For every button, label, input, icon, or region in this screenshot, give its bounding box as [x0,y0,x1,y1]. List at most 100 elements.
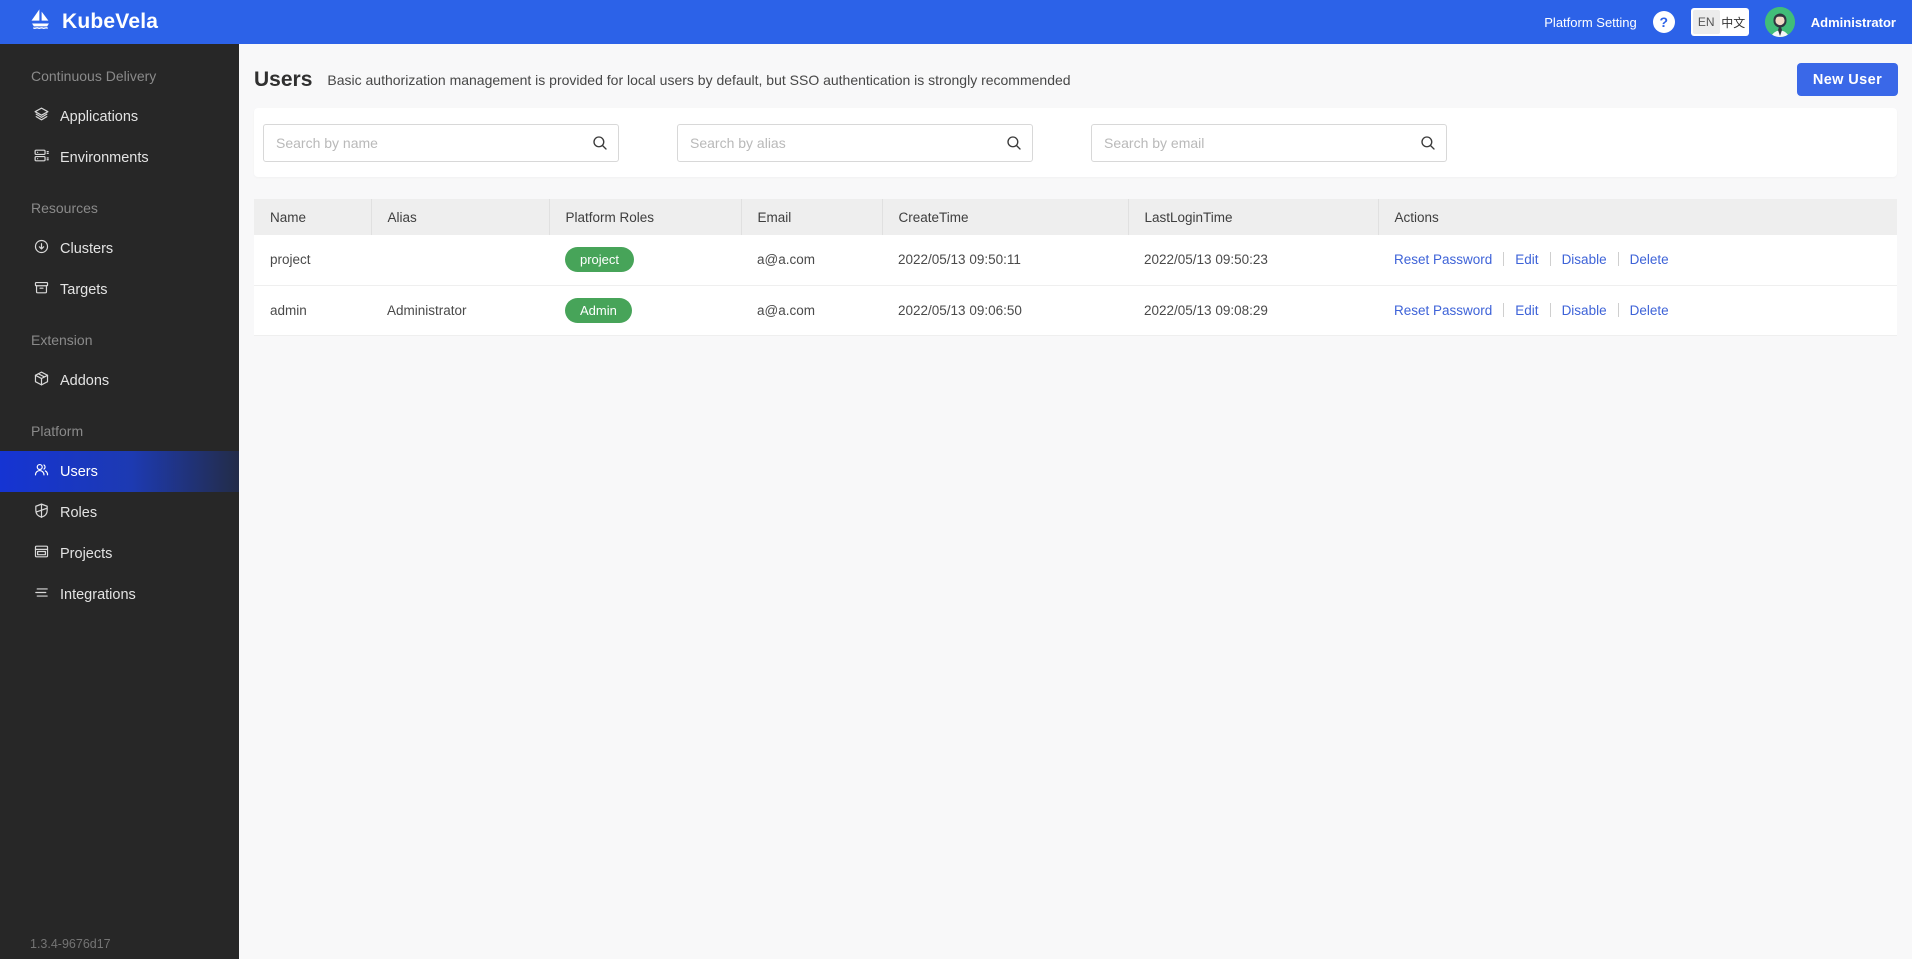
sidebar-item-addons[interactable]: Addons [0,360,239,401]
search-icon[interactable] [1005,134,1023,152]
sidebar-item-label: Roles [60,504,98,521]
topbar-right: Platform Setting ? EN 中文 Administrator [1544,7,1896,37]
sidebar-section-continuous-delivery: Continuous Delivery [31,68,157,84]
window-icon [33,543,50,564]
sidebar-item-label: Integrations [60,586,136,603]
users-icon [33,461,50,482]
topbar: KubeVela Platform Setting ? EN 中文 Admini… [0,0,1912,44]
sidebar-item-label: Environments [60,149,149,166]
sidebar-item-environments[interactable]: Environments [0,137,239,178]
action-divider [1503,302,1505,317]
brand-name: KubeVela [62,10,159,33]
cell-name: project [254,235,371,286]
role-badge: project [565,247,635,273]
cell-name: admin [254,285,371,336]
archive-box-icon [33,279,50,300]
sidebar-item-label: Targets [60,281,108,298]
column-header-email: Email [741,199,883,235]
sidebar-section-resources: Resources [31,200,98,216]
main-content: Users Basic authorization management is … [239,44,1912,959]
search-alias-input[interactable] [677,123,1033,162]
page-subtitle: Basic authorization management is provid… [327,71,1071,88]
cell-alias: Administrator [371,285,549,336]
sidebar-item-targets[interactable]: Targets [0,269,239,310]
sidebar-item-label: Addons [60,372,110,389]
layers-icon [33,106,50,127]
reset-password-link[interactable]: Reset Password [1394,252,1492,267]
cell-email: a@a.com [741,235,882,286]
action-divider [1549,252,1551,267]
kubevela-sailboat-icon [27,6,54,38]
edit-link[interactable]: Edit [1515,303,1538,318]
sidebar: Continuous Delivery Applications Environ… [0,44,239,959]
lines-icon [33,584,50,605]
search-by-alias-box [677,123,1033,162]
package-cube-icon [33,370,50,391]
column-header-alias: Alias [371,199,550,235]
search-icon[interactable] [591,134,609,152]
cloud-download-icon [33,238,50,259]
search-card [254,108,1897,177]
page-title: Users [254,67,313,91]
column-header-actions: Actions [1378,199,1897,235]
column-header-createtime: CreateTime [882,199,1129,235]
lang-en-option[interactable]: EN [1692,10,1720,34]
lang-zh-option[interactable]: 中文 [1720,10,1747,34]
cell-alias [371,235,549,286]
action-divider [1617,302,1619,317]
cell-createtime: 2022/05/13 09:06:50 [882,285,1128,336]
reset-password-link[interactable]: Reset Password [1394,303,1492,318]
sidebar-item-users[interactable]: Users [0,451,239,492]
help-icon[interactable]: ? [1652,11,1675,33]
column-header-platform-roles: Platform Roles [549,199,742,235]
disable-link[interactable]: Disable [1562,252,1607,267]
cell-lastlogintime: 2022/05/13 09:08:29 [1128,285,1378,336]
shield-icon [33,502,50,523]
cell-actions: Reset Password Edit Disable Delete [1378,285,1897,336]
cell-lastlogintime: 2022/05/13 09:50:23 [1128,235,1378,286]
delete-link[interactable]: Delete [1630,303,1669,318]
cell-platform-roles: project [549,235,741,286]
sidebar-item-roles[interactable]: Roles [0,492,239,533]
users-table-container: Name Alias Platform Roles Email CreateTi… [254,199,1897,336]
sidebar-item-projects[interactable]: Projects [0,533,239,574]
search-name-input[interactable] [263,123,619,162]
sidebar-item-integrations[interactable]: Integrations [0,574,239,615]
current-user-name[interactable]: Administrator [1811,15,1896,30]
avatar[interactable] [1764,7,1795,37]
search-by-email-box [1091,123,1447,162]
edit-link[interactable]: Edit [1515,252,1538,267]
language-switcher[interactable]: EN 中文 [1690,8,1749,36]
search-by-name-box [263,123,619,162]
delete-link[interactable]: Delete [1630,252,1669,267]
environments-icon [33,147,50,168]
version-label: 1.3.4-9676d17 [30,937,111,951]
sidebar-item-label: Applications [60,108,139,125]
page-header: Users Basic authorization management is … [239,44,1912,96]
column-header-name: Name [254,199,372,235]
sidebar-section-extension: Extension [31,332,93,348]
disable-link[interactable]: Disable [1562,303,1607,318]
table-header-row: Name Alias Platform Roles Email CreateTi… [254,199,1897,235]
new-user-button[interactable]: New User [1797,63,1898,96]
table-row: project project a@a.com 2022/05/13 09:50… [254,235,1897,286]
action-divider [1549,302,1551,317]
cell-email: a@a.com [741,285,882,336]
sidebar-item-label: Users [60,463,98,480]
cell-createtime: 2022/05/13 09:50:11 [882,235,1128,286]
brand-logo[interactable]: KubeVela [27,6,158,38]
platform-setting-link[interactable]: Platform Setting [1544,15,1637,30]
sidebar-item-clusters[interactable]: Clusters [0,228,239,269]
search-icon[interactable] [1419,134,1437,152]
cell-platform-roles: Admin [549,285,741,336]
sidebar-item-applications[interactable]: Applications [0,96,239,137]
cell-actions: Reset Password Edit Disable Delete [1378,235,1897,286]
action-divider [1503,252,1505,267]
sidebar-item-label: Projects [60,545,113,562]
action-divider [1617,252,1619,267]
sidebar-section-platform: Platform [31,423,84,439]
table-row: admin Administrator Admin a@a.com 2022/0… [254,285,1897,336]
search-email-input[interactable] [1091,123,1447,162]
role-badge: Admin [565,297,632,323]
sidebar-item-label: Clusters [60,240,114,257]
